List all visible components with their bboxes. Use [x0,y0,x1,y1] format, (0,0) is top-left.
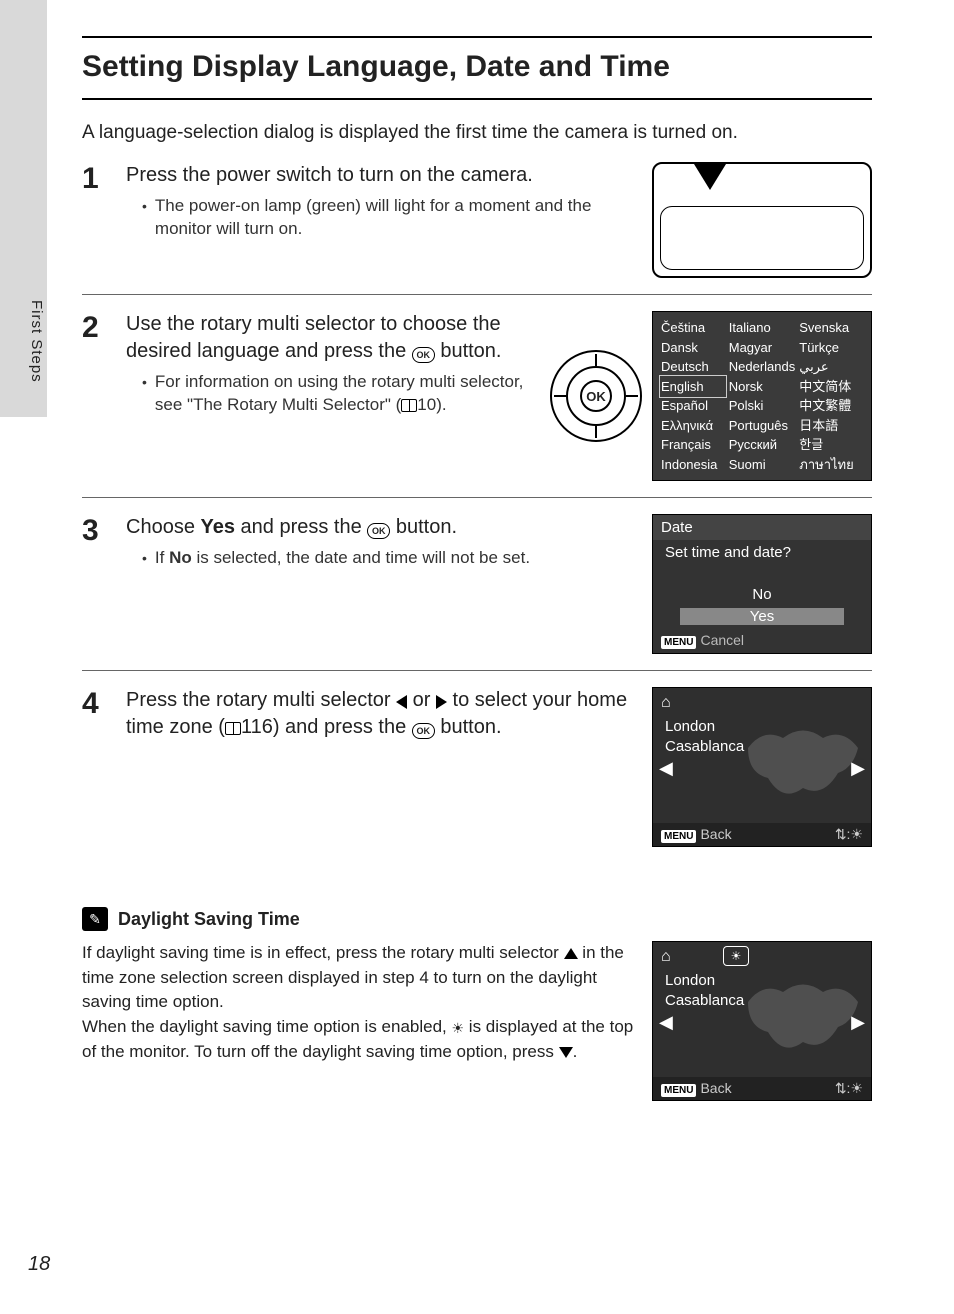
page-ref-icon [225,722,241,735]
option-yes-selected: Yes [653,608,871,625]
ok-button-icon: OK [367,523,390,539]
date-dialog-screen: Date Set time and date? No Yes MENUCance… [652,514,872,654]
margin-gray-top [0,0,47,262]
language-option: 한글 [799,435,863,455]
down-arrow-icon [559,1047,573,1058]
step-bullet: For information on using the rotary mult… [142,371,538,417]
intro-text: A language-selection dialog is displayed… [82,122,872,144]
page-title: Setting Display Language, Date and Time [82,50,872,84]
timezone-screen-dst: ⌂ ☀ London Casablanca ◀ ▶ MENUBack ⇅:☀ [652,941,872,1101]
divider [82,670,872,671]
rotary-selector-figure: OK [550,350,642,442]
dst-enabled-icon: ☀ [723,946,749,966]
language-option: Indonesia [661,455,725,475]
ok-button-icon: OK [412,723,435,739]
note-daylight-saving: ✎ Daylight Saving Time If daylight savin… [82,907,872,1101]
world-map-graphic [743,972,863,1062]
home-icon: ⌂ [661,948,671,966]
note-icon: ✎ [82,907,108,931]
step-number: 4 [82,687,126,847]
language-option: Magyar [729,338,796,358]
language-option: Deutsch [661,357,725,377]
language-option: Português [729,416,796,436]
page-content: Setting Display Language, Date and Time … [82,36,872,1101]
step-heading: Press the power switch to turn on the ca… [126,162,640,189]
language-option: 日本語 [799,416,863,436]
language-option: عربي [799,357,863,377]
tz-city-1: London [665,718,715,735]
step-bullet: If No is selected, the date and time wil… [142,547,640,570]
language-option: Русский [729,435,796,455]
language-option: Ελληνικά [661,416,725,436]
language-option: Suomi [729,455,796,475]
language-option: ภาษาไทย [799,455,863,475]
menu-tag-icon: MENU [661,1084,696,1097]
step-2: 2 Use the rotary multi selector to choos… [82,311,872,481]
divider [82,294,872,295]
language-option: Norsk [729,377,796,397]
language-option: Polski [729,396,796,416]
language-list-screen: ČeštinaDanskDeutschEnglishEspañolΕλληνικ… [652,311,872,481]
step-3: 3 Choose Yes and press the OK button. If… [82,514,872,654]
step-number: 2 [82,311,126,481]
dst-indicator-icon: ⇅:☀ [835,1080,863,1097]
step-heading: Press the rotary multi selector or to se… [126,687,640,741]
note-title: Daylight Saving Time [118,909,300,930]
dialog-cancel-hint: MENUCancel [653,630,871,651]
home-icon: ⌂ [661,694,671,712]
camera-power-figure [652,162,872,278]
tz-city-2: Casablanca [665,992,744,1009]
step-bullet: The power-on lamp (green) will light for… [142,195,640,241]
language-option: 中文简体 [799,377,863,397]
menu-tag-icon: MENU [661,830,696,843]
language-option: English [661,377,725,397]
language-option: Türkçe [799,338,863,358]
rule-top [82,36,872,38]
ok-button-icon: OK [412,347,435,363]
tz-city-2: Casablanca [665,738,744,755]
language-option: Italiano [729,318,796,338]
timezone-screen: ⌂ London Casablanca ◀ ▶ MENUBack ⇅:☀ [652,687,872,847]
tz-city-1: London [665,972,715,989]
world-map-graphic [743,718,863,808]
dst-sun-icon: ☀ [452,1018,465,1038]
language-option: 中文繁體 [799,396,863,416]
section-tab-label: First Steps [28,300,45,383]
step-heading: Choose Yes and press the OK button. [126,514,640,541]
language-option: Čeština [661,318,725,338]
step-1: 1 Press the power switch to turn on the … [82,162,872,278]
language-option: Dansk [661,338,725,358]
page-ref-icon [401,399,417,412]
dialog-title: Date [653,515,871,540]
dialog-question: Set time and date? [653,540,871,565]
step-number: 1 [82,162,126,278]
language-option: Nederlands [729,357,796,377]
divider [82,497,872,498]
left-arrow-icon [396,695,407,709]
note-body: If daylight saving time is in effect, pr… [82,941,638,1101]
step-4: 4 Press the rotary multi selector or to … [82,687,872,847]
tz-left-arrow-icon: ◀ [659,1012,673,1033]
right-arrow-icon [436,695,447,709]
page-number: 18 [28,1253,50,1276]
option-no: No [653,586,871,603]
language-option: Français [661,435,725,455]
language-option: Svenska [799,318,863,338]
language-option: Español [661,396,725,416]
dst-indicator-icon: ⇅:☀ [835,826,863,843]
step-number: 3 [82,514,126,654]
tz-left-arrow-icon: ◀ [659,758,673,779]
up-arrow-icon [564,948,578,959]
step-heading: Use the rotary multi selector to choose … [126,311,538,365]
menu-tag-icon: MENU [661,636,696,649]
rule-under-title [82,98,872,100]
